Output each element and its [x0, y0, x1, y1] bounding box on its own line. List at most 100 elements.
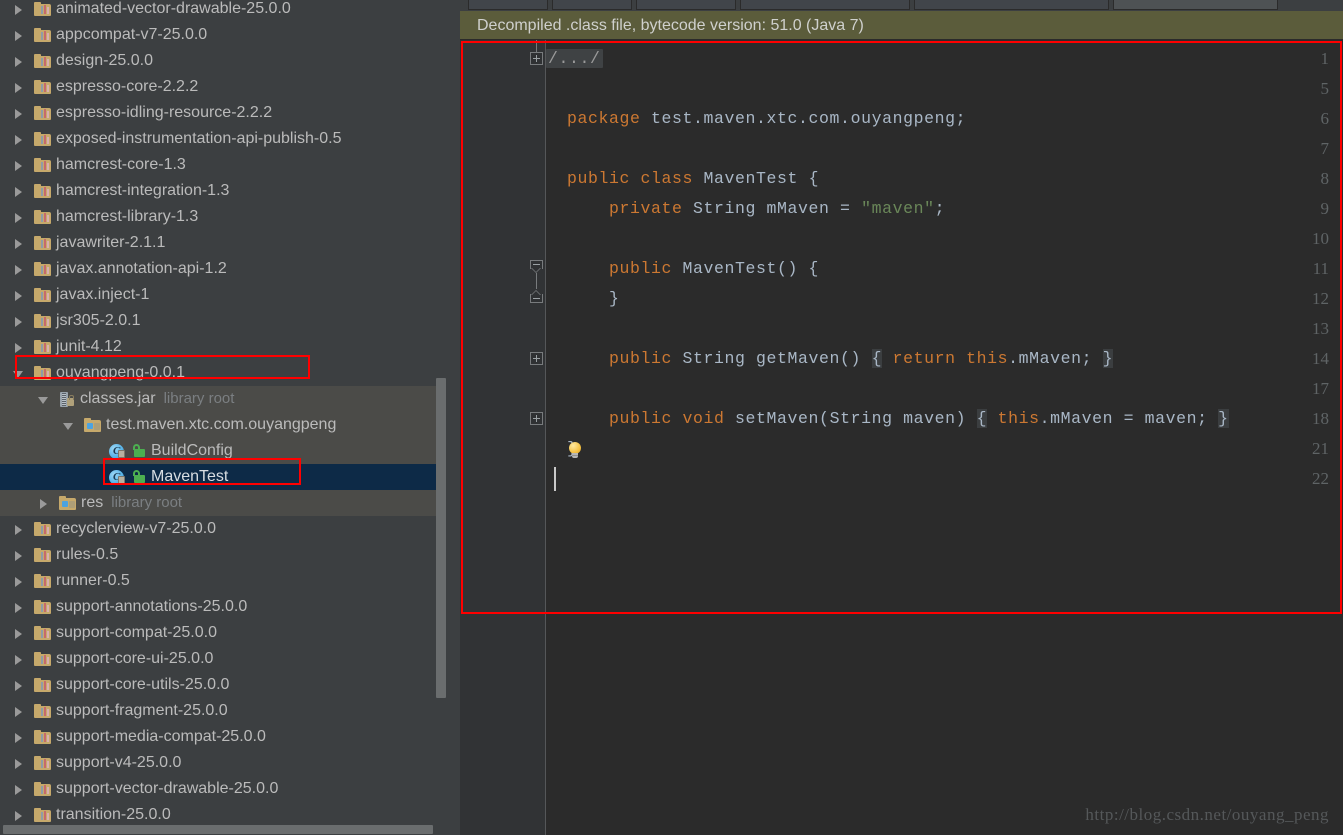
tree-row[interactable]: jsr305-2.0.1	[0, 308, 446, 334]
tree-row[interactable]: support-vector-drawable-25.0.0	[0, 776, 446, 802]
tree-row[interactable]: javawriter-2.1.1	[0, 230, 446, 256]
code-line[interactable]	[546, 74, 557, 104]
tree-row-label: support-annotations-25.0.0	[56, 598, 248, 615]
tree-row[interactable]: javax.inject-1	[0, 282, 446, 308]
tree-row[interactable]: support-compat-25.0.0	[0, 620, 446, 646]
intention-lightbulb-icon[interactable]	[568, 442, 582, 459]
tree-row[interactable]: animated-vector-drawable-25.0.0	[0, 0, 446, 22]
collapse-arrow-icon[interactable]	[37, 393, 50, 406]
tree-row[interactable]: ouyangpeng-0.0.1	[0, 360, 446, 386]
expand-arrow-icon[interactable]	[12, 575, 25, 588]
expand-arrow-icon[interactable]	[12, 627, 25, 640]
sidebar-vertical-scroll-thumb[interactable]	[436, 378, 446, 698]
tree-row[interactable]: espresso-core-2.2.2	[0, 74, 446, 100]
expand-arrow-icon[interactable]	[12, 549, 25, 562]
tree-row[interactable]: javax.annotation-api-1.2	[0, 256, 446, 282]
expand-arrow-icon[interactable]	[12, 263, 25, 276]
tree-row[interactable]: support-v4-25.0.0	[0, 750, 446, 776]
code-line[interactable]	[546, 374, 557, 404]
tree-row[interactable]: recyclerview-v7-25.0.0	[0, 516, 446, 542]
expand-arrow-icon[interactable]	[12, 133, 25, 146]
expand-arrow-icon[interactable]	[37, 497, 50, 510]
code-line[interactable]: private String mMaven = "maven";	[546, 194, 945, 224]
expand-arrow-icon[interactable]	[12, 809, 25, 822]
expand-arrow-icon[interactable]	[12, 29, 25, 42]
code-line[interactable]: package test.maven.xtc.com.ouyangpeng;	[546, 104, 966, 134]
tree-row[interactable]: support-core-ui-25.0.0	[0, 646, 446, 672]
code-line[interactable]: /.../	[546, 44, 603, 74]
tree-row[interactable]: support-media-compat-25.0.0	[0, 724, 446, 750]
code-token: /.../	[546, 49, 603, 68]
collapse-arrow-icon[interactable]	[12, 367, 25, 380]
tree-row[interactable]: support-core-utils-25.0.0	[0, 672, 446, 698]
code-line[interactable]: }	[546, 284, 620, 314]
tab-piece-1[interactable]	[468, 0, 548, 10]
tree-row[interactable]: classes.jar library root	[0, 386, 446, 412]
tree-row[interactable]: runner-0.5	[0, 568, 446, 594]
sidebar-vertical-scrollbar[interactable]	[436, 0, 446, 835]
tab-piece-5[interactable]	[914, 0, 1109, 10]
code-token: }	[1218, 409, 1229, 428]
code-line[interactable]	[546, 134, 557, 164]
tree-row[interactable]: hamcrest-core-1.3	[0, 152, 446, 178]
tree-row[interactable]: C MavenTest	[0, 464, 446, 490]
tree-row[interactable]: res library root	[0, 490, 446, 516]
fold-expand-widget[interactable]	[530, 412, 543, 425]
code-line[interactable]	[546, 314, 557, 344]
expand-arrow-icon[interactable]	[12, 601, 25, 614]
tab-piece-3[interactable]	[636, 0, 736, 10]
project-tree-panel[interactable]: animated-vector-drawable-25.0.0 appcompat…	[0, 0, 460, 835]
expand-arrow-icon[interactable]	[12, 783, 25, 796]
tree-row[interactable]: support-annotations-25.0.0	[0, 594, 446, 620]
fold-expand-widget[interactable]	[530, 52, 543, 65]
code-text-area[interactable]: /.../ package test.maven.xtc.com.ouyangp…	[546, 40, 1343, 835]
expand-arrow-icon[interactable]	[12, 3, 25, 16]
expand-arrow-icon[interactable]	[12, 159, 25, 172]
library-icon	[34, 626, 51, 640]
code-viewport[interactable]: 1 5 6 7 8 9 10 11 12 13 14 17 18 21 22 /.../ package t…	[460, 40, 1343, 835]
tree-row[interactable]: appcompat-v7-25.0.0	[0, 22, 446, 48]
tree-row[interactable]: hamcrest-integration-1.3	[0, 178, 446, 204]
expand-arrow-icon[interactable]	[12, 731, 25, 744]
expand-arrow-icon[interactable]	[12, 237, 25, 250]
expand-arrow-icon[interactable]	[12, 211, 25, 224]
expand-arrow-icon[interactable]	[12, 653, 25, 666]
expand-arrow-icon[interactable]	[12, 523, 25, 536]
expand-arrow-icon[interactable]	[12, 185, 25, 198]
expand-arrow-icon[interactable]	[12, 679, 25, 692]
tree-row-label: espresso-core-2.2.2	[56, 78, 199, 95]
expand-arrow-icon[interactable]	[12, 705, 25, 718]
tab-piece-active[interactable]	[1113, 0, 1278, 10]
tree-row[interactable]: C BuildConfig	[0, 438, 446, 464]
collapse-arrow-icon[interactable]	[62, 419, 75, 432]
tree-row[interactable]: junit-4.12	[0, 334, 446, 360]
tree-row[interactable]: exposed-instrumentation-api-publish-0.5	[0, 126, 446, 152]
tree-row[interactable]: design-25.0.0	[0, 48, 446, 74]
expand-arrow-icon[interactable]	[12, 55, 25, 68]
code-line[interactable]	[546, 224, 557, 254]
expand-arrow-icon[interactable]	[12, 81, 25, 94]
tree-row[interactable]: espresso-idling-resource-2.2.2	[0, 100, 446, 126]
expand-arrow-icon[interactable]	[12, 341, 25, 354]
expand-arrow-icon[interactable]	[12, 757, 25, 770]
tab-piece-2[interactable]	[552, 0, 632, 10]
fold-region-end-widget[interactable]	[530, 290, 543, 303]
code-line[interactable]: public MavenTest() {	[546, 254, 819, 284]
code-line[interactable]: public String getMaven() { return this.m…	[546, 344, 1114, 374]
tab-piece-4[interactable]	[740, 0, 910, 10]
expand-arrow-icon[interactable]	[12, 315, 25, 328]
tree-row[interactable]: rules-0.5	[0, 542, 446, 568]
expand-arrow-icon[interactable]	[12, 107, 25, 120]
tree-row[interactable]: support-fragment-25.0.0	[0, 698, 446, 724]
code-line[interactable]: public void setMaven(String maven) { thi…	[546, 404, 1229, 434]
sidebar-horizontal-scrollbar[interactable]	[0, 824, 446, 835]
code-line[interactable]: public class MavenTest {	[546, 164, 819, 194]
fold-expand-widget[interactable]	[530, 352, 543, 365]
sidebar-horizontal-scroll-thumb[interactable]	[3, 825, 433, 834]
fold-region-start-widget[interactable]	[530, 260, 543, 273]
tree-row[interactable]: test.maven.xtc.com.ouyangpeng	[0, 412, 446, 438]
expand-arrow-icon[interactable]	[12, 289, 25, 302]
tree-row[interactable]: hamcrest-library-1.3	[0, 204, 446, 230]
